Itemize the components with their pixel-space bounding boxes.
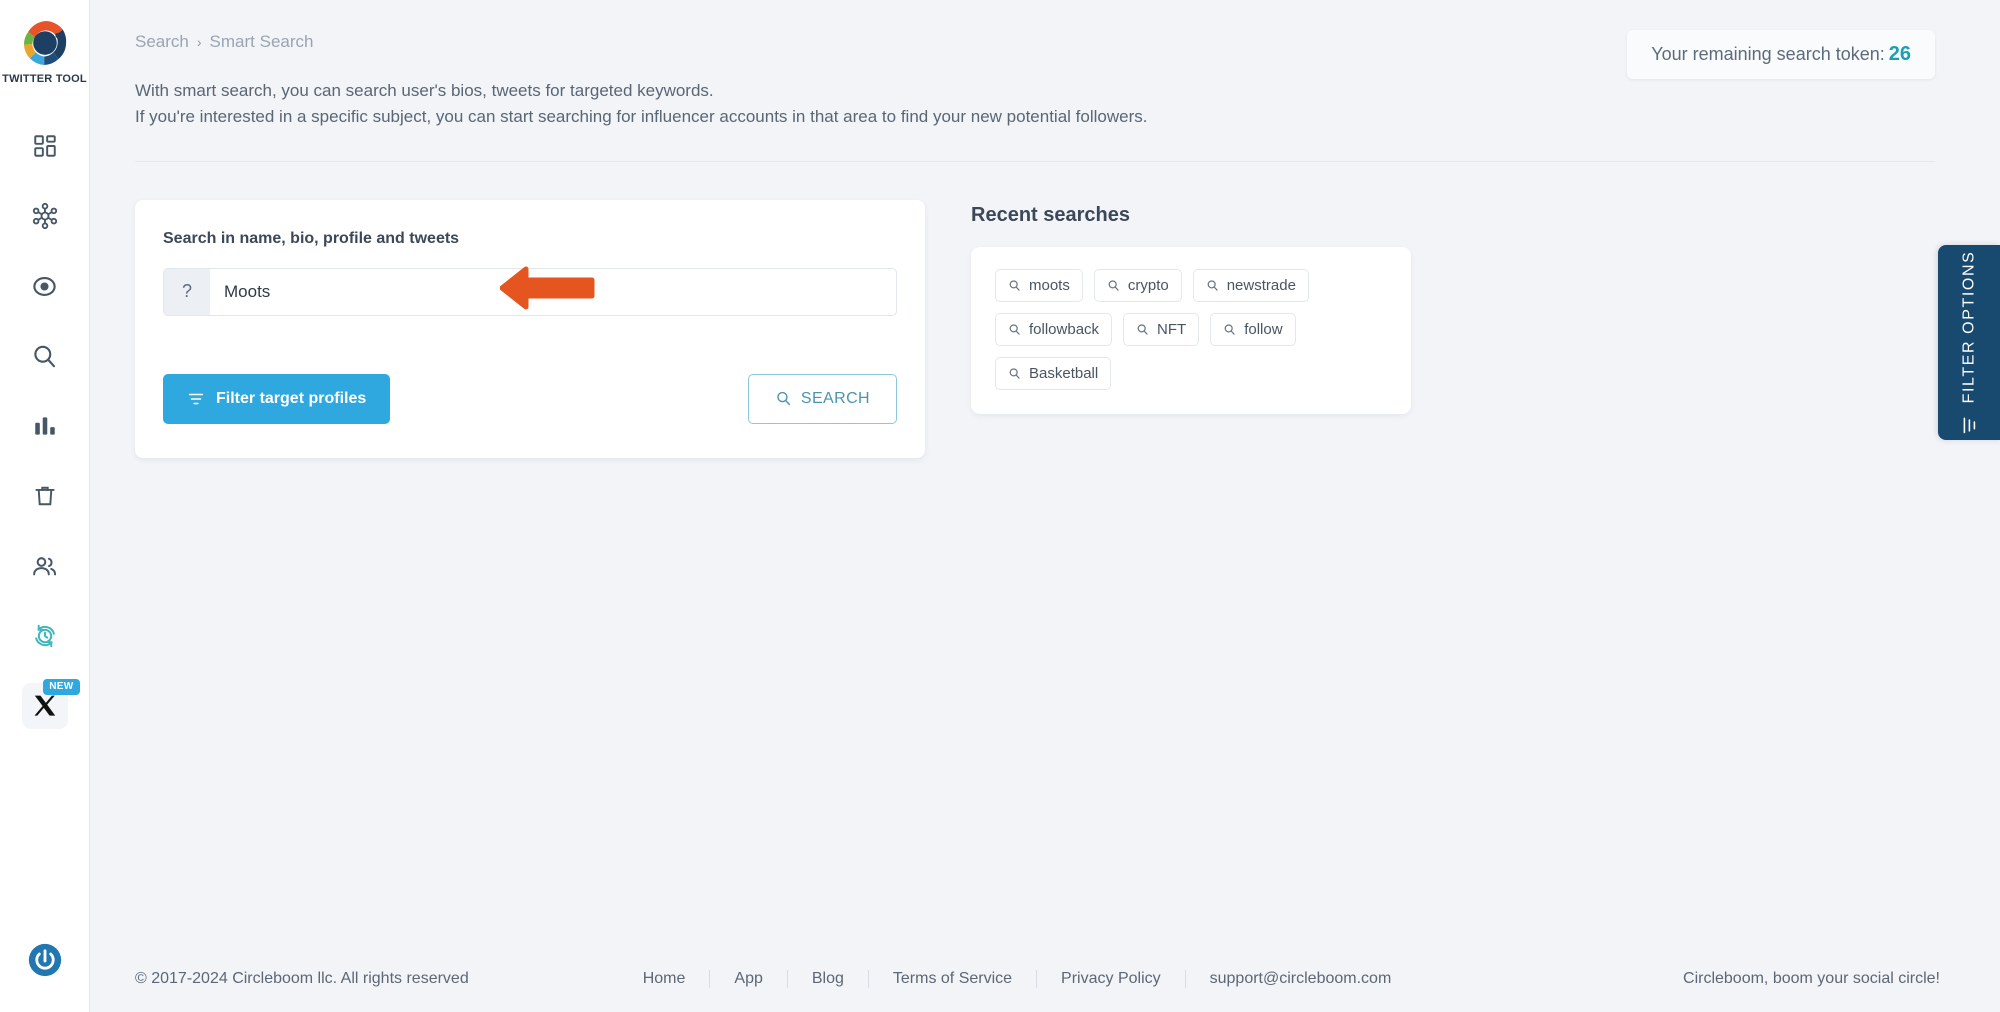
search-button-label: SEARCH bbox=[800, 389, 870, 407]
recent-search-tag[interactable]: follow bbox=[1210, 312, 1296, 346]
search-icon bbox=[1207, 280, 1218, 291]
tag-label: followback bbox=[1029, 320, 1100, 338]
footer-link-privacy[interactable]: Privacy Policy bbox=[1037, 970, 1186, 988]
recent-search-tag[interactable]: followback bbox=[995, 312, 1113, 346]
header-divider bbox=[135, 160, 1935, 162]
search-icon bbox=[1224, 324, 1235, 335]
filter-options-tab-inner: FILTER OPTIONS bbox=[1959, 250, 1979, 435]
refresh-clock-icon bbox=[34, 624, 55, 648]
sidebar-item-delete[interactable] bbox=[0, 461, 90, 531]
x-logo-icon bbox=[33, 695, 55, 716]
recent-search-tag[interactable]: newstrade bbox=[1192, 268, 1309, 302]
recent-search-tag[interactable]: NFT bbox=[1123, 312, 1200, 346]
token-count: 26 bbox=[1888, 43, 1911, 65]
search-button[interactable]: SEARCH bbox=[747, 373, 897, 424]
sidebar-item-network[interactable] bbox=[0, 181, 90, 251]
trash-icon bbox=[34, 486, 55, 506]
breadcrumb-root[interactable]: Search bbox=[135, 32, 189, 52]
logout-button[interactable] bbox=[26, 941, 64, 984]
app-logo[interactable]: TWITTER TOOL bbox=[2, 16, 87, 85]
footer-link-app[interactable]: App bbox=[710, 970, 788, 988]
dashboard-grid-icon bbox=[33, 135, 56, 157]
description-line-2: If you're interested in a specific subje… bbox=[135, 107, 1148, 127]
breadcrumb-current: Smart Search bbox=[209, 32, 314, 51]
recent-searches-card: moots crypto newstrade followback NFT fo… bbox=[971, 246, 1411, 414]
recent-search-tag[interactable]: crypto bbox=[1093, 268, 1182, 302]
bar-chart-icon bbox=[34, 417, 55, 435]
tag-label: moots bbox=[1029, 276, 1070, 294]
filter-button-label: Filter target profiles bbox=[216, 389, 367, 407]
sidebar-item-search[interactable] bbox=[0, 321, 90, 391]
help-question-icon[interactable]: ? bbox=[164, 268, 210, 315]
tag-label: NFT bbox=[1157, 320, 1187, 338]
recent-tag-list: moots crypto newstrade followback NFT fo… bbox=[995, 268, 1387, 390]
search-token-badge: Your remaining search token: 26 bbox=[1627, 30, 1935, 79]
sidebar: TWITTER TOOL NEW bbox=[0, 0, 90, 1012]
users-icon bbox=[33, 556, 57, 575]
search-icon bbox=[34, 345, 56, 367]
filter-target-profiles-button[interactable]: Filter target profiles bbox=[163, 373, 391, 424]
search-icon bbox=[777, 392, 790, 406]
search-input[interactable] bbox=[210, 268, 896, 315]
tag-label: crypto bbox=[1127, 276, 1169, 294]
filter-icon bbox=[1963, 417, 1975, 433]
eye-target-icon bbox=[33, 276, 56, 296]
power-logout-icon bbox=[28, 943, 61, 977]
footer-link-support-email[interactable]: support@circleboom.com bbox=[1186, 970, 1416, 988]
panels: Search in name, bio, profile and tweets … bbox=[135, 199, 2000, 458]
sidebar-item-users[interactable] bbox=[0, 531, 90, 601]
search-card: Search in name, bio, profile and tweets … bbox=[135, 199, 925, 458]
app-root: TWITTER TOOL NEW Your remaining search t… bbox=[0, 0, 2000, 1012]
footer: © 2017-2024 Circleboom llc. All rights r… bbox=[90, 946, 2000, 1012]
page-description: With smart search, you can search user's… bbox=[135, 78, 2000, 131]
network-hub-icon bbox=[32, 202, 57, 230]
sidebar-item-analytics[interactable] bbox=[0, 391, 90, 461]
footer-copyright: © 2017-2024 Circleboom llc. All rights r… bbox=[135, 970, 469, 987]
search-icon bbox=[1009, 324, 1020, 335]
recent-search-tag[interactable]: moots bbox=[995, 268, 1083, 302]
footer-tagline: Circleboom, boom your social circle! bbox=[1683, 970, 1940, 987]
sidebar-item-x-platform[interactable]: NEW bbox=[0, 671, 90, 741]
new-badge: NEW bbox=[43, 679, 80, 695]
tag-label: follow bbox=[1244, 320, 1283, 338]
token-label: Your remaining search token: bbox=[1651, 44, 1885, 64]
footer-links: Home App Blog Terms of Service Privacy P… bbox=[619, 970, 1416, 988]
tag-label: newstrade bbox=[1226, 276, 1296, 294]
sidebar-item-scheduler[interactable] bbox=[0, 601, 90, 671]
search-icon bbox=[1009, 280, 1020, 291]
filter-options-label: FILTER OPTIONS bbox=[1960, 250, 1978, 403]
recent-searches-title: Recent searches bbox=[971, 203, 1130, 226]
circleboom-logo-icon bbox=[23, 21, 66, 65]
search-card-actions: Filter target profiles SEARCH bbox=[163, 373, 897, 424]
footer-link-home[interactable]: Home bbox=[619, 970, 711, 988]
sidebar-nav: NEW bbox=[0, 111, 89, 741]
filter-options-tab[interactable]: FILTER OPTIONS bbox=[1938, 245, 2000, 440]
tag-label: Basketball bbox=[1029, 364, 1099, 382]
recent-search-tag[interactable]: Basketball bbox=[995, 356, 1112, 390]
filter-icon bbox=[188, 393, 204, 404]
search-icon bbox=[1009, 368, 1020, 379]
footer-link-blog[interactable]: Blog bbox=[788, 970, 869, 988]
main-content: Your remaining search token: 26 Search › … bbox=[90, 0, 2000, 1012]
search-icon bbox=[1137, 324, 1148, 335]
footer-link-terms[interactable]: Terms of Service bbox=[869, 970, 1038, 988]
sidebar-item-dashboard[interactable] bbox=[0, 111, 90, 181]
search-input-row: ? bbox=[163, 267, 897, 316]
search-card-label: Search in name, bio, profile and tweets bbox=[163, 229, 460, 247]
search-icon bbox=[1108, 280, 1119, 291]
description-line-1: With smart search, you can search user's… bbox=[135, 81, 714, 100]
logo-label: TWITTER TOOL bbox=[2, 73, 87, 85]
recent-searches-section: Recent searches moots crypto newstrade f… bbox=[971, 200, 1411, 458]
sidebar-item-monitor[interactable] bbox=[0, 251, 90, 321]
breadcrumb-separator-icon: › bbox=[196, 34, 202, 50]
